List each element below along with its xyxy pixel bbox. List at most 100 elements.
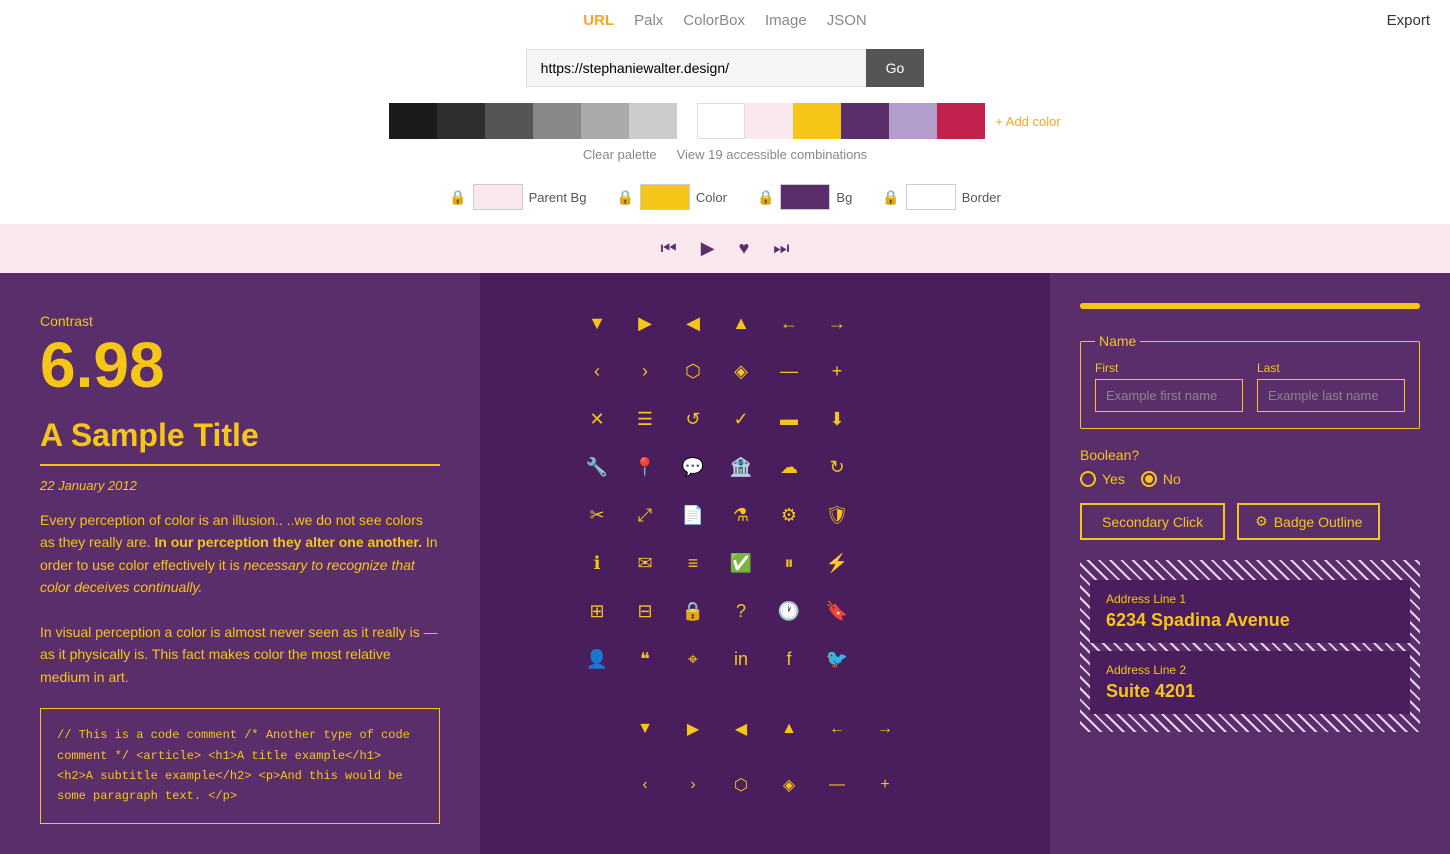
badge-icon: ⚙ [1255, 513, 1268, 530]
icon-expand: ⬡ [673, 351, 713, 391]
circle-icon-6: ‹ [625, 765, 665, 805]
icon-check-circle: ✅ [721, 543, 761, 583]
icon-check: ✓ [721, 399, 761, 439]
code-block: // This is a code comment /* Another typ… [40, 708, 440, 824]
radio-no[interactable]: No [1141, 471, 1181, 487]
swatch-6[interactable] [697, 103, 745, 139]
icon-empty-13 [865, 591, 905, 631]
view-accessible-link[interactable]: View 19 accessible combinations [677, 147, 868, 162]
go-button[interactable]: Go [866, 49, 925, 87]
icon-empty-9 [865, 495, 905, 535]
icon-lightning: ⚡ [817, 543, 857, 583]
icon-chevron-left: ‹ [577, 351, 617, 391]
swatch-9[interactable] [841, 103, 889, 139]
last-name-group: Last [1257, 361, 1405, 412]
last-label: Last [1257, 361, 1405, 375]
lock-icon-3: 🔒 [882, 189, 899, 206]
swatch-2[interactable] [485, 103, 533, 139]
icon-wrench: 🔧 [577, 447, 617, 487]
bg-swatch[interactable] [780, 184, 830, 210]
circle-icon-2: ◀ [721, 709, 761, 749]
icon-grid-top: ▼ ▶ ◀ ▲ ← → ‹ › ⬡ ◈ — + ✕ ☰ ↺ ✓ ▬ ⬇ [577, 303, 953, 679]
icon-cloud-upload: ☁ [769, 447, 809, 487]
player-prev-start[interactable]: ⏮ [661, 238, 677, 259]
nav-colorbox[interactable]: ColorBox [683, 12, 745, 29]
icon-info: ℹ [577, 543, 617, 583]
url-input[interactable] [526, 49, 866, 87]
icon-resize-h: ◈ [721, 351, 761, 391]
color-swatch[interactable] [640, 184, 690, 210]
secondary-click-button[interactable]: Secondary Click [1080, 503, 1225, 540]
icon-arrow-up: ▲ [721, 303, 761, 343]
badge-outline-button[interactable]: ⚙ Badge Outline [1237, 503, 1380, 540]
swatch-8[interactable] [793, 103, 841, 139]
swatch-3[interactable] [533, 103, 581, 139]
icon-creditcard2: 🏦 [721, 447, 761, 487]
swatch-10[interactable] [889, 103, 937, 139]
icon-gear: ⚙ [769, 495, 809, 535]
address-section: Address Line 1 6234 Spadina Avenue Addre… [1090, 580, 1410, 714]
icon-empty-10 [913, 495, 953, 535]
icon-minus: — [769, 351, 809, 391]
light-swatches [697, 103, 985, 139]
player-favorite[interactable]: ♥ [739, 238, 750, 259]
swatch-7[interactable] [745, 103, 793, 139]
icon-clock: 🕐 [769, 591, 809, 631]
first-name-group: First [1095, 361, 1243, 412]
player-play[interactable]: ▶ [701, 238, 715, 259]
sample-date: 22 January 2012 [40, 478, 440, 493]
add-color-button[interactable]: + Add color [995, 114, 1060, 129]
clear-palette-link[interactable]: Clear palette [583, 147, 657, 162]
hatched-background: Address Line 1 6234 Spadina Avenue Addre… [1080, 560, 1420, 732]
icon-mail: ✉ [625, 543, 665, 583]
icon-arrow-down: ▼ [577, 303, 617, 343]
first-name-input[interactable] [1095, 379, 1243, 412]
radio-no-inner [1145, 475, 1153, 483]
swatch-5[interactable] [629, 103, 677, 139]
circle-icon-7: › [673, 765, 713, 805]
icon-fullscreen: ⤢ [625, 495, 665, 535]
radio-yes-outer [1080, 471, 1096, 487]
radio-no-outer [1141, 471, 1157, 487]
address2-label: Address Line 2 [1106, 663, 1394, 677]
icon-arrow-left: ← [769, 303, 809, 343]
circle-icon-4: ← [817, 709, 857, 749]
swatch-4[interactable] [581, 103, 629, 139]
bg-label: Bg [836, 190, 852, 205]
nav-json[interactable]: JSON [827, 12, 867, 29]
icon-bookmark: 🔖 [817, 591, 857, 631]
icon-chevron-right: › [625, 351, 665, 391]
lock-icon-2: 🔒 [757, 189, 774, 206]
address2-value: Suite 4201 [1106, 681, 1394, 702]
color-config-row: 🔒 Parent Bg 🔒 Color 🔒 Bg 🔒 Border [0, 174, 1450, 224]
swatch-0[interactable] [389, 103, 437, 139]
nav-url[interactable]: URL [583, 12, 614, 29]
icon-arrow-right: → [817, 303, 857, 343]
icon-rotate: ↻ [817, 447, 857, 487]
player-next-end[interactable]: ⏭ [773, 238, 789, 259]
contrast-label: Contrast [40, 313, 440, 329]
border-swatch[interactable] [906, 184, 956, 210]
swatch-11[interactable] [937, 103, 985, 139]
icon-empty-3 [865, 351, 905, 391]
export-button[interactable]: Export [1387, 12, 1430, 29]
icon-empty-15 [865, 639, 905, 679]
parent-bg-swatch[interactable] [473, 184, 523, 210]
radio-yes[interactable]: Yes [1080, 471, 1125, 487]
icon-empty-1 [865, 303, 905, 343]
contrast-value: 6.98 [40, 333, 440, 397]
bottom-icon-row: ▼ ▶ ◀ ▲ ← → [625, 709, 905, 749]
icon-doc: 📄 [673, 495, 713, 535]
icon-empty-7 [865, 447, 905, 487]
icon-linkedin: in [721, 639, 761, 679]
nav-palx[interactable]: Palx [634, 12, 663, 29]
icon-location: 📍 [625, 447, 665, 487]
icon-plus: + [817, 351, 857, 391]
nav-image[interactable]: Image [765, 12, 807, 29]
circle-icon-3: ▲ [769, 709, 809, 749]
progress-bar-fill [1080, 303, 1420, 309]
dark-swatches [389, 103, 677, 139]
swatch-1[interactable] [437, 103, 485, 139]
last-name-input[interactable] [1257, 379, 1405, 412]
icon-close: ✕ [577, 399, 617, 439]
